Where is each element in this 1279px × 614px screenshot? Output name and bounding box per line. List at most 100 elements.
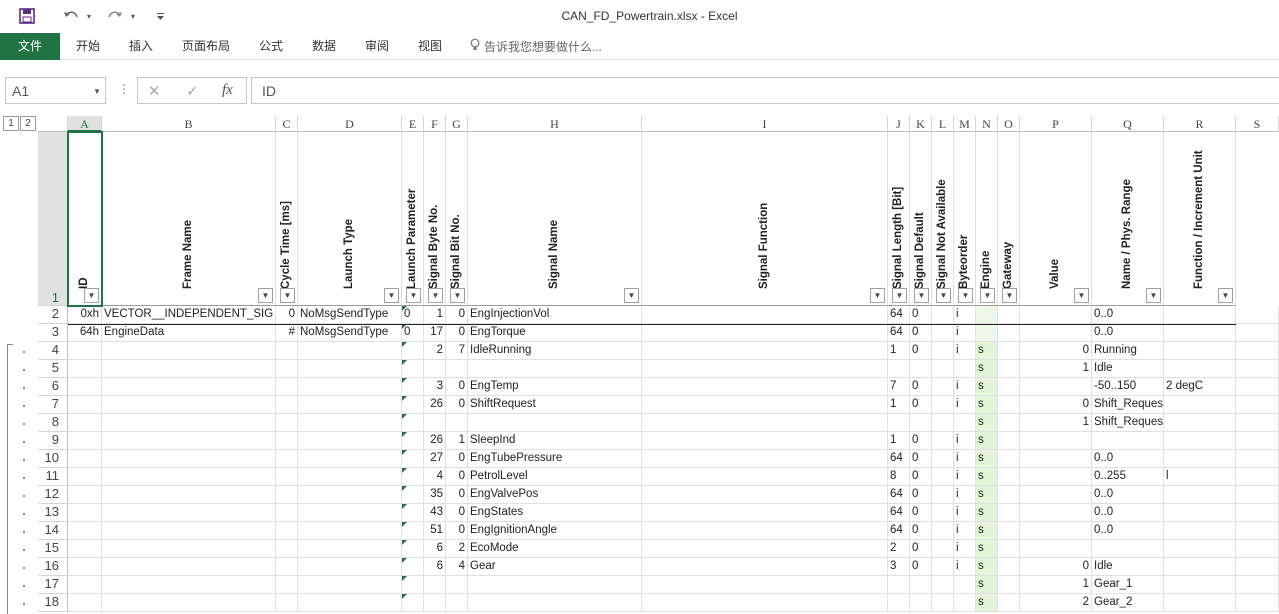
cell-k13[interactable]: 0 [910, 504, 932, 522]
cell-r12[interactable] [1164, 486, 1236, 504]
cell-e14[interactable] [402, 522, 424, 540]
cell-c14[interactable] [276, 522, 298, 540]
cell-p13[interactable] [1020, 504, 1092, 522]
cell-g5[interactable] [446, 360, 468, 378]
row-header-5[interactable]: 5 [38, 360, 68, 378]
cell-l14[interactable] [932, 522, 954, 540]
cell-m10[interactable]: i [954, 450, 976, 468]
row-header-15[interactable]: 15 [38, 540, 68, 558]
cell-g9[interactable]: 1 [446, 432, 468, 450]
cell-p9[interactable] [1020, 432, 1092, 450]
cell-g3[interactable]: 0 [446, 324, 468, 342]
cell-e6[interactable] [402, 378, 424, 396]
cell-a12[interactable] [68, 486, 102, 504]
cell-q14[interactable]: 0..0 [1092, 522, 1164, 540]
cell-h2[interactable]: EngInjectionVol [468, 306, 642, 324]
cell-q6[interactable]: -50..150 [1092, 378, 1164, 396]
outline-group-bracket[interactable] [7, 344, 13, 614]
cell-b3[interactable]: EngineData [102, 324, 276, 342]
cell-o7[interactable] [998, 396, 1020, 414]
filter-dropdown-icon[interactable]: ▼ [1218, 288, 1233, 303]
cell-p5[interactable]: 1 [1020, 360, 1092, 378]
column-header-c[interactable]: C [276, 116, 298, 132]
cell-m5[interactable] [954, 360, 976, 378]
cell-k10[interactable]: 0 [910, 450, 932, 468]
cell-q18[interactable]: Gear_2 [1092, 594, 1164, 612]
cell-s11[interactable] [1236, 468, 1279, 486]
cell-s7[interactable] [1236, 396, 1279, 414]
cell-p16[interactable]: 0 [1020, 558, 1092, 576]
filter-dropdown-icon[interactable]: ▼ [384, 288, 399, 303]
cell-n13[interactable]: s [976, 504, 998, 522]
tab-home[interactable]: 开始 [60, 33, 116, 60]
column-header-m[interactable]: M [954, 116, 976, 132]
column-header-a[interactable]: A [68, 116, 102, 132]
row-header-18[interactable]: 18 [38, 594, 68, 612]
column-header-s[interactable]: S [1236, 116, 1279, 132]
row-header-12[interactable]: 12 [38, 486, 68, 504]
cell-e8[interactable] [402, 414, 424, 432]
cell-q7[interactable]: Shift_Request_Off [1092, 396, 1164, 414]
cell-q15[interactable] [1092, 540, 1164, 558]
filter-dropdown-icon[interactable]: ▼ [1146, 288, 1161, 303]
cell-l10[interactable] [932, 450, 954, 468]
cell-h16[interactable]: Gear [468, 558, 642, 576]
cell-r4[interactable] [1164, 342, 1236, 360]
cell-o10[interactable] [998, 450, 1020, 468]
row-header-11[interactable]: 11 [38, 468, 68, 486]
cell-e7[interactable] [402, 396, 424, 414]
cell-e12[interactable] [402, 486, 424, 504]
cell-b2[interactable]: VECTOR__INDEPENDENT_SIG [102, 306, 276, 324]
cell-g4[interactable]: 7 [446, 342, 468, 360]
column-header-h[interactable]: H [468, 116, 642, 132]
column-header-d[interactable]: D [298, 116, 402, 132]
cell-o15[interactable] [998, 540, 1020, 558]
filter-dropdown-icon[interactable]: ▼ [450, 288, 465, 303]
chevron-down-icon[interactable]: ▼ [93, 87, 101, 96]
cell-f4[interactable]: 2 [424, 342, 446, 360]
cell-n18[interactable]: s [976, 594, 998, 612]
cell-q10[interactable]: 0..0 [1092, 450, 1164, 468]
cell-p11[interactable] [1020, 468, 1092, 486]
cell-o8[interactable] [998, 414, 1020, 432]
cell-h6[interactable]: EngTemp [468, 378, 642, 396]
cell-l5[interactable] [932, 360, 954, 378]
cell-j2[interactable]: 64 [888, 306, 910, 324]
cell-i2[interactable] [642, 306, 888, 324]
cell-m9[interactable]: i [954, 432, 976, 450]
cell-k18[interactable] [910, 594, 932, 612]
cell-l12[interactable] [932, 486, 954, 504]
cell-i7[interactable] [642, 396, 888, 414]
filter-dropdown-icon[interactable]: ▼ [958, 288, 973, 303]
filter-dropdown-icon[interactable]: ▼ [84, 288, 99, 303]
header-cell-j[interactable]: Signal Length [Bit] ▼ [888, 132, 910, 306]
cell-b11[interactable] [102, 468, 276, 486]
cell-i3[interactable] [642, 324, 888, 342]
cell-e16[interactable] [402, 558, 424, 576]
row-header-1[interactable]: 1 [38, 132, 68, 306]
cell-m14[interactable]: i [954, 522, 976, 540]
cell-l17[interactable] [932, 576, 954, 594]
cell-p18[interactable]: 2 [1020, 594, 1092, 612]
cell-k11[interactable]: 0 [910, 468, 932, 486]
cell-a8[interactable] [68, 414, 102, 432]
cell-k15[interactable]: 0 [910, 540, 932, 558]
cell-j12[interactable]: 64 [888, 486, 910, 504]
header-cell-l[interactable]: Signal Not Available ▼ [932, 132, 954, 306]
cell-r2[interactable] [1164, 306, 1236, 324]
cell-a16[interactable] [68, 558, 102, 576]
cell-c10[interactable] [276, 450, 298, 468]
cell-i12[interactable] [642, 486, 888, 504]
cell-r11[interactable]: l [1164, 468, 1236, 486]
cell-h4[interactable]: IdleRunning [468, 342, 642, 360]
formula-bar-grip-icon[interactable]: ⋮ [118, 82, 130, 96]
header-cell-q[interactable]: Name / Phys. Range ▼ [1092, 132, 1164, 306]
row-header-4[interactable]: 4 [38, 342, 68, 360]
cell-c5[interactable] [276, 360, 298, 378]
cell-d15[interactable] [298, 540, 402, 558]
tab-page-layout[interactable]: 页面布局 [166, 33, 246, 60]
cell-s14[interactable] [1236, 522, 1279, 540]
cell-d9[interactable] [298, 432, 402, 450]
cell-h12[interactable]: EngValvePos [468, 486, 642, 504]
cell-l4[interactable] [932, 342, 954, 360]
